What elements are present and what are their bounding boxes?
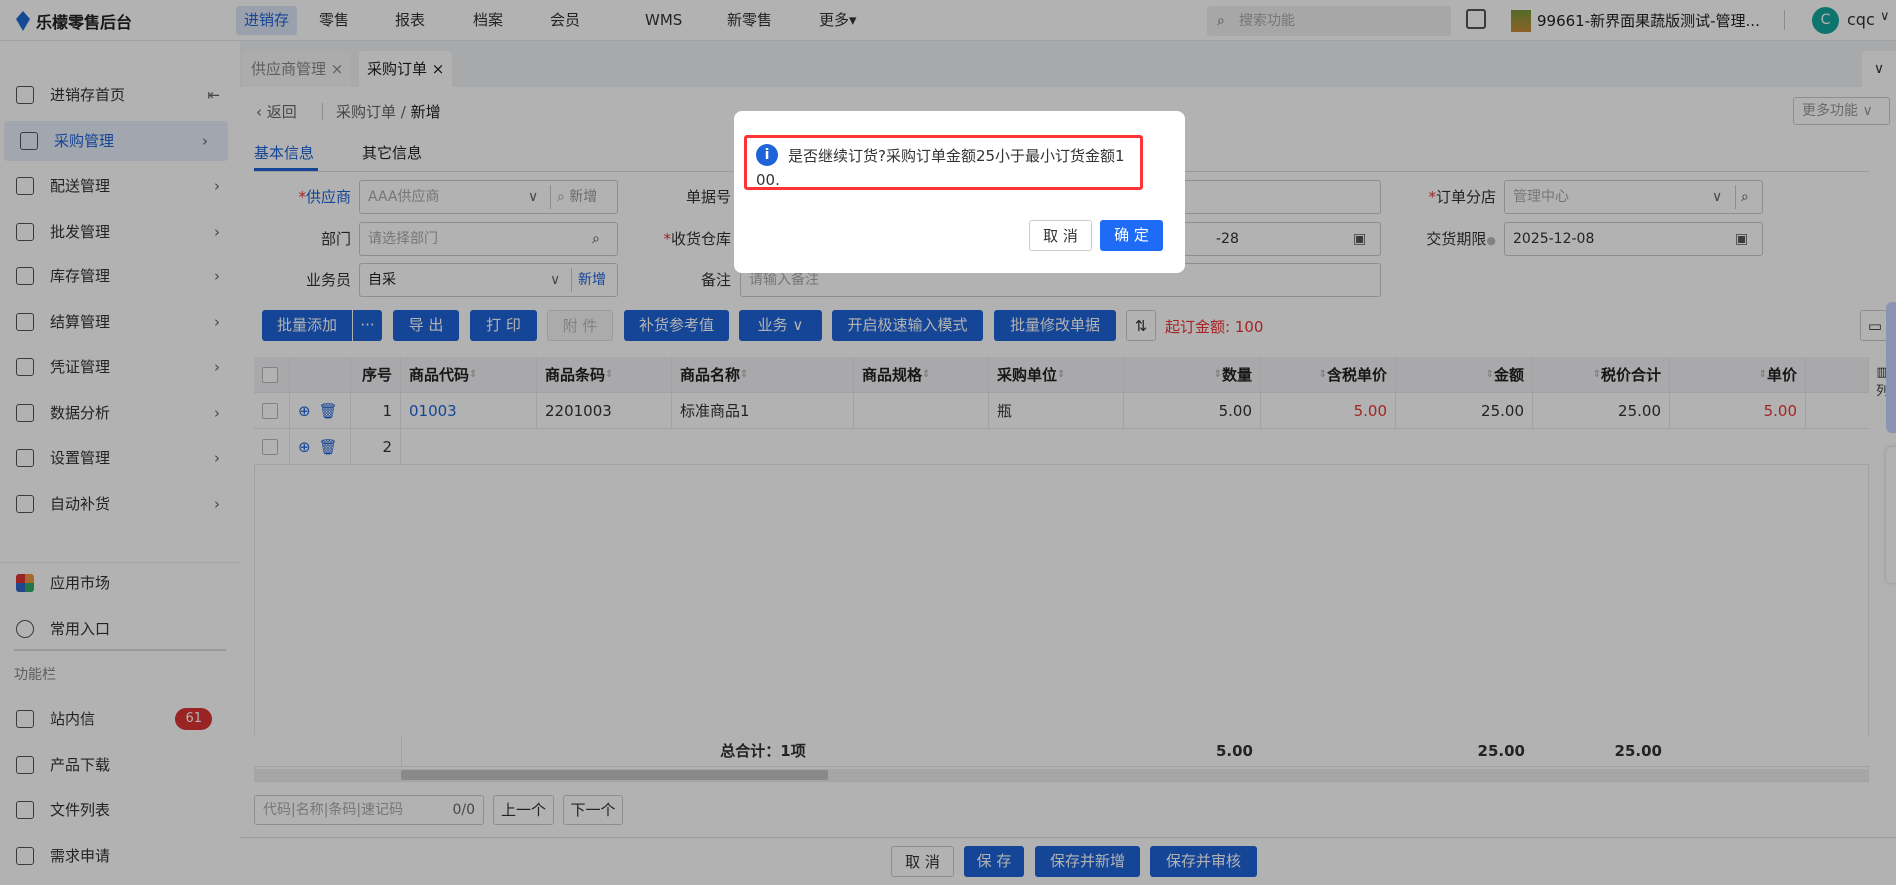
confirm-dialog: i 是否继续订货?采购订单金额25小于最小订货金额100. 取 消 确 定 [734, 111, 1185, 273]
dialog-ok-button[interactable]: 确 定 [1100, 220, 1163, 251]
dialog-cancel-button[interactable]: 取 消 [1029, 220, 1092, 251]
dialog-message: 是否继续订货?采购订单金额25小于最小订货金额100. [756, 147, 1125, 189]
